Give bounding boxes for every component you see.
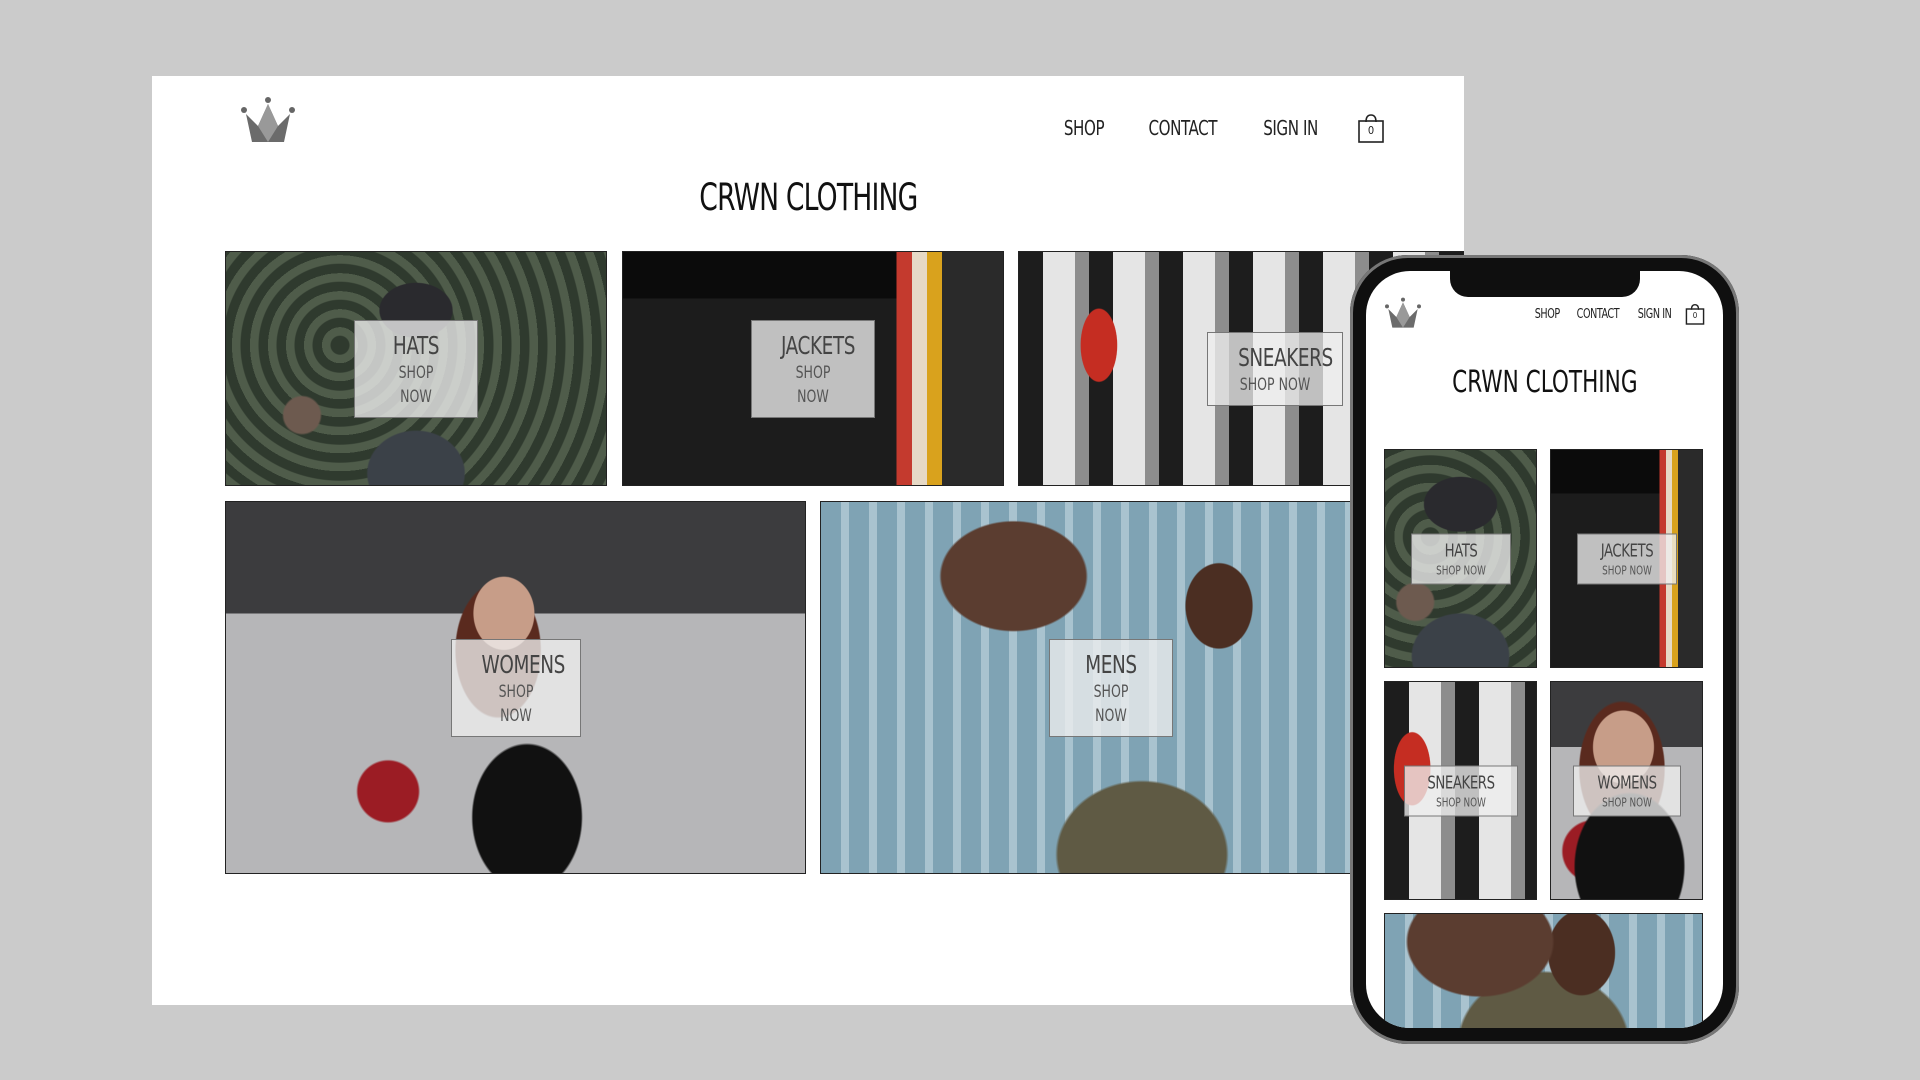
category-tile-womens[interactable]: WOMENS SHOP NOW (1550, 681, 1703, 900)
category-label[interactable]: HATS SHOP NOW (354, 319, 478, 418)
category-title: HATS (392, 330, 440, 360)
page-title: CRWN CLOTHING (1451, 365, 1638, 400)
mobile-header-nav: SHOP CONTACT SIGN IN 0 (1532, 302, 1705, 326)
crown-logo-icon[interactable] (1383, 297, 1423, 329)
category-label[interactable]: SNEAKERS SHOP NOW (1207, 331, 1343, 406)
shop-now-text: SHOP NOW (1093, 681, 1129, 726)
header-nav: SHOP CONTACT SIGN IN 0 (1060, 112, 1385, 144)
shop-now-text: SHOP NOW (1239, 374, 1311, 395)
category-label[interactable]: SNEAKERS SHOP NOW (1403, 765, 1518, 816)
category-tile-hats[interactable]: HATS SHOP NOW (225, 251, 607, 486)
category-title: WOMENS (481, 649, 565, 679)
shop-now-text: SHOP NOW (795, 362, 831, 407)
shop-now-text: SHOP NOW (1435, 795, 1486, 809)
mens-photo (1385, 914, 1702, 1028)
phone-notch (1450, 271, 1640, 297)
category-label[interactable]: JACKETS SHOP NOW (1576, 533, 1677, 584)
category-title: MENS (1085, 649, 1137, 679)
category-title: JACKETS (1600, 540, 1653, 561)
nav-shop-link[interactable]: SHOP (1064, 116, 1105, 140)
category-label[interactable]: HATS SHOP NOW (1410, 533, 1511, 584)
cart-count-badge: 0 (1367, 124, 1375, 137)
category-tile-jackets[interactable]: JACKETS SHOP NOW (1550, 449, 1703, 668)
nav-sign-in-link[interactable]: SIGN IN (1263, 116, 1318, 140)
shop-now-text: SHOP NOW (1601, 563, 1652, 577)
nav-contact-link[interactable]: CONTACT (1149, 116, 1218, 140)
category-label[interactable]: MENS SHOP NOW (1049, 638, 1173, 737)
category-label[interactable]: JACKETS SHOP NOW (751, 319, 875, 418)
crown-logo-icon[interactable] (238, 96, 298, 144)
shop-now-text: SHOP NOW (1435, 563, 1486, 577)
nav-shop-link[interactable]: SHOP (1534, 307, 1559, 322)
category-title: HATS (1444, 540, 1477, 561)
category-title: SNEAKERS (1426, 772, 1495, 793)
nav-contact-link[interactable]: CONTACT (1577, 307, 1620, 322)
shopping-bag-icon[interactable]: 0 (1357, 112, 1385, 144)
category-tile-sneakers[interactable]: SNEAKERS SHOP NOW (1384, 681, 1537, 900)
desktop-page-mockup: SHOP CONTACT SIGN IN 0 CRWN CLOTHING HAT… (152, 76, 1464, 1005)
shop-now-text: SHOP NOW (1601, 795, 1652, 809)
category-tile-mens[interactable] (1384, 913, 1703, 1028)
phone-screen: SHOP CONTACT SIGN IN 0 CRWN CLOTHING HAT… (1366, 271, 1723, 1028)
cart-count-badge: 0 (1692, 311, 1698, 320)
category-title: WOMENS (1596, 772, 1657, 793)
category-label[interactable]: WOMENS SHOP NOW (1572, 765, 1681, 816)
category-title: SNEAKERS (1238, 342, 1333, 372)
shop-now-text: SHOP NOW (398, 362, 434, 407)
phone-mockup: SHOP CONTACT SIGN IN 0 CRWN CLOTHING HAT… (1350, 255, 1739, 1044)
shopping-bag-icon[interactable]: 0 (1685, 302, 1705, 326)
category-tile-hats[interactable]: HATS SHOP NOW (1384, 449, 1537, 668)
category-label[interactable]: WOMENS SHOP NOW (450, 638, 581, 737)
nav-sign-in-link[interactable]: SIGN IN (1638, 307, 1672, 322)
category-title: JACKETS (781, 330, 856, 360)
category-tile-jackets[interactable]: JACKETS SHOP NOW (622, 251, 1004, 486)
shop-now-text: SHOP NOW (498, 681, 533, 726)
category-tile-womens[interactable]: WOMENS SHOP NOW (225, 501, 806, 874)
page-title: CRWN CLOTHING (698, 176, 918, 219)
